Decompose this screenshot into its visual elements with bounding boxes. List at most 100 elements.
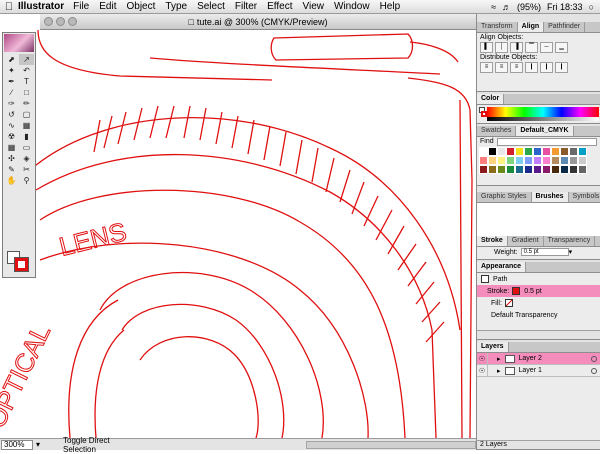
tab-align[interactable]: Align: [517, 22, 545, 32]
tab-swatches[interactable]: Swatches: [477, 126, 517, 136]
menu-edit[interactable]: Edit: [99, 1, 116, 12]
tab-graphic-styles[interactable]: Graphic Styles: [477, 192, 532, 202]
symbol-sprayer-tool-icon[interactable]: ☢: [4, 131, 19, 142]
menu-help[interactable]: Help: [380, 1, 401, 12]
swatch-5[interactable]: [524, 147, 533, 156]
expand-triangle-icon[interactable]: ▸: [497, 367, 501, 375]
swatch-6[interactable]: [533, 147, 542, 156]
stroke-weight-input[interactable]: 0.5 pt: [520, 248, 569, 256]
stroke-swatch[interactable]: [14, 257, 29, 272]
zoom-field[interactable]: 300%: [1, 439, 33, 450]
selection-tool-icon[interactable]: ⬈: [4, 54, 19, 65]
swatches-find-input[interactable]: [497, 138, 597, 146]
rotate-tool-icon[interactable]: ↺: [4, 109, 19, 120]
swatch-15[interactable]: [506, 156, 515, 165]
lasso-tool-icon[interactable]: ↶: [19, 65, 34, 76]
pencil-tool-icon[interactable]: ✏: [19, 98, 34, 109]
swatch-8[interactable]: [551, 147, 560, 156]
swatch-9[interactable]: [560, 147, 569, 156]
rectangle-tool-icon[interactable]: □: [19, 87, 34, 98]
hand-tool-icon[interactable]: ✋: [4, 175, 19, 186]
magic-wand-tool-icon[interactable]: ✦: [4, 65, 19, 76]
swatch-29[interactable]: [524, 165, 533, 174]
swatch-28[interactable]: [515, 165, 524, 174]
artboard-canvas[interactable]: LENS OPTICAL: [0, 30, 476, 438]
mesh-tool-icon[interactable]: ▦: [4, 142, 19, 153]
tab-transform[interactable]: Transform: [477, 22, 518, 32]
lock-toggle[interactable]: [487, 352, 497, 365]
paintbrush-tool-icon[interactable]: ✑: [4, 98, 19, 109]
zoom-window-button[interactable]: [68, 17, 77, 26]
swatch-25[interactable]: [488, 165, 497, 174]
zoom-dropdown-icon[interactable]: ▾: [33, 440, 43, 449]
line-tool-icon[interactable]: ∕: [4, 87, 19, 98]
menu-select[interactable]: Select: [197, 1, 225, 12]
direct-selection-tool-icon[interactable]: ↗: [19, 54, 34, 65]
free-transform-tool-icon[interactable]: ▦: [19, 120, 34, 131]
swatch-17[interactable]: [524, 156, 533, 165]
expand-triangle-icon[interactable]: ▸: [497, 355, 501, 363]
swatch-3[interactable]: [506, 147, 515, 156]
swatch-0[interactable]: [479, 147, 488, 156]
align-hcenter-icon[interactable]: │: [495, 42, 508, 53]
tab-pathfinder[interactable]: Pathfinder: [544, 22, 586, 32]
distribute-left-icon[interactable]: ❙: [525, 62, 538, 73]
swatch-7[interactable]: [542, 147, 551, 156]
menu-type[interactable]: Type: [165, 1, 187, 12]
appearance-transparency-row[interactable]: Default Transparency: [477, 309, 600, 321]
swatch-34[interactable]: [569, 165, 578, 174]
menu-app[interactable]: Illustrator: [18, 1, 64, 12]
slice-tool-icon[interactable]: ✎: [4, 164, 19, 175]
swatch-35[interactable]: [578, 165, 587, 174]
swatch-20[interactable]: [551, 156, 560, 165]
minimize-window-button[interactable]: [56, 17, 65, 26]
swatch-27[interactable]: [506, 165, 515, 174]
layer-name[interactable]: Layer 1: [519, 367, 542, 374]
lock-toggle[interactable]: [487, 364, 497, 377]
align-left-icon[interactable]: ▌: [480, 42, 493, 53]
swatch-2[interactable]: [497, 147, 506, 156]
menu-file[interactable]: File: [73, 1, 89, 12]
horizontal-scrollbar[interactable]: [306, 440, 476, 449]
swatch-16[interactable]: [515, 156, 524, 165]
warp-tool-icon[interactable]: ∿: [4, 120, 19, 131]
swatch-10[interactable]: [569, 147, 578, 156]
eyedropper-tool-icon[interactable]: ✣: [4, 153, 19, 164]
menu-effect[interactable]: Effect: [267, 1, 292, 12]
appearance-path-row[interactable]: Path: [477, 273, 600, 285]
zoom-tool-icon[interactable]: ⚲: [19, 175, 34, 186]
swatch-1[interactable]: [488, 147, 497, 156]
align-vcenter-icon[interactable]: ─: [540, 42, 553, 53]
swatch-22[interactable]: [569, 156, 578, 165]
layer-row-layer-2[interactable]: ☉ ▸ Layer 2: [477, 352, 600, 365]
target-circle-icon[interactable]: [591, 367, 597, 374]
blend-tool-icon[interactable]: ◈: [19, 153, 34, 164]
swatch-26[interactable]: [497, 165, 506, 174]
stroke-weight-dropdown-icon[interactable]: ▾: [569, 248, 573, 256]
color-ramp[interactable]: [487, 117, 599, 121]
align-right-icon[interactable]: ▐: [510, 42, 523, 53]
swatch-18[interactable]: [533, 156, 542, 165]
wifi-icon[interactable]: ≈: [491, 2, 496, 12]
visibility-eye-icon[interactable]: ☉: [477, 367, 487, 375]
illustrator-logo[interactable]: [4, 34, 34, 52]
distribute-top-icon[interactable]: ≡: [480, 62, 493, 73]
swatch-30[interactable]: [533, 165, 542, 174]
swatch-19[interactable]: [542, 156, 551, 165]
status-text[interactable]: Toggle Direct Selection: [63, 436, 143, 454]
swatch-11[interactable]: [578, 147, 587, 156]
apple-icon[interactable]: : [0, 1, 18, 13]
tab-gradient[interactable]: Gradient: [508, 236, 544, 246]
visibility-eye-icon[interactable]: ☉: [477, 355, 487, 363]
tab-appearance[interactable]: Appearance: [477, 262, 527, 272]
align-top-icon[interactable]: ▔: [525, 42, 538, 53]
distribute-vcenter-icon[interactable]: ≡: [495, 62, 508, 73]
menu-view[interactable]: View: [303, 1, 325, 12]
tab-default-cmyk[interactable]: Default_CMYK: [516, 126, 574, 136]
swatch-14[interactable]: [497, 156, 506, 165]
appearance-fill-row[interactable]: Fill:: [477, 297, 600, 309]
swatch-12[interactable]: [479, 156, 488, 165]
layer-row-layer-1[interactable]: ☉ ▸ Layer 1: [477, 364, 600, 377]
layer-name[interactable]: Layer 2: [519, 355, 542, 362]
tab-transparency[interactable]: Transparency: [544, 236, 596, 246]
